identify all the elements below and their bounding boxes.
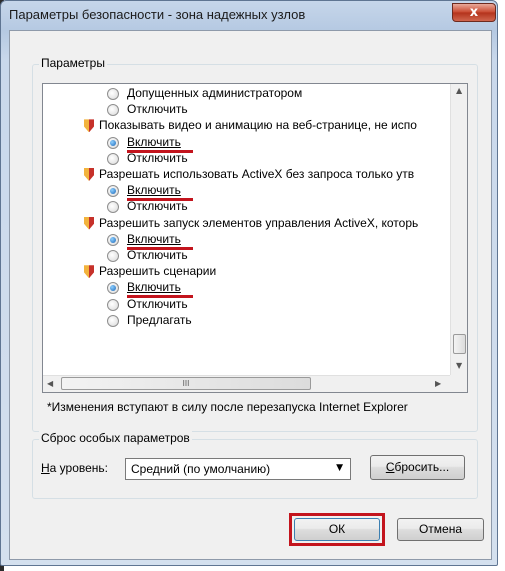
option-label[interactable]: Допущенных администратором — [127, 86, 302, 101]
scroll-down-icon[interactable]: ▼ — [456, 361, 462, 370]
scroll-corner — [450, 375, 467, 392]
option-radio[interactable] — [107, 314, 119, 327]
security-shield-icon — [84, 168, 94, 181]
option-radio[interactable] — [107, 298, 119, 311]
setting-heading: Показывать видео и анимацию на веб-стран… — [99, 118, 417, 133]
scroll-left-icon[interactable]: ◀ — [47, 379, 53, 388]
scroll-grip: III — [182, 379, 190, 388]
level-label-accel: Н — [41, 461, 50, 475]
option-label[interactable]: Отключить — [127, 151, 188, 166]
option-radio[interactable] — [107, 233, 119, 246]
setting-heading: Разрешать использовать ActiveX без запро… — [99, 167, 415, 181]
cancel-button-label: Отмена — [418, 522, 463, 536]
window-title: Параметры безопасности - зона надежных у… — [9, 7, 306, 22]
option-label[interactable]: Отключить — [127, 248, 188, 263]
option-label[interactable]: Отключить — [127, 102, 188, 117]
settings-tree-list[interactable]: ▲ ▼ ◀ III ▶ Допущенных администратором От… — [42, 83, 468, 393]
option-radio[interactable] — [107, 104, 119, 117]
option-radio[interactable] — [107, 88, 119, 100]
level-label: На уровень: — [41, 461, 108, 476]
option-label[interactable]: Включить — [127, 183, 181, 198]
level-select-value: Средний (по умолчанию) — [131, 462, 271, 476]
option-radio[interactable] — [107, 185, 119, 198]
option-radio[interactable] — [107, 282, 119, 295]
option-label[interactable]: Отключить — [127, 199, 188, 214]
cancel-button[interactable]: Отмена — [397, 518, 484, 541]
security-shield-icon — [84, 265, 94, 279]
vertical-scrollbar[interactable]: ▲ ▼ — [450, 84, 467, 376]
reset-button[interactable]: Сбросить... — [370, 455, 465, 480]
ok-button[interactable]: ОК — [294, 518, 380, 541]
setting-heading: Разрешить сценарии — [99, 264, 217, 279]
scroll-up-icon[interactable]: ▲ — [456, 86, 462, 95]
horizontal-scrollbar[interactable]: ◀ III ▶ — [43, 375, 451, 392]
level-select[interactable]: Средний (по умолчанию) ▼ — [125, 458, 351, 480]
option-label[interactable]: Включить — [127, 280, 181, 295]
level-label-rest: а уровень: — [49, 461, 109, 475]
option-radio[interactable] — [107, 201, 119, 214]
settings-group-label: Параметры — [39, 56, 107, 70]
option-label[interactable]: Включить — [127, 135, 181, 150]
close-icon: x — [469, 5, 479, 20]
option-label[interactable]: Включить — [127, 232, 181, 247]
option-radio[interactable] — [107, 152, 119, 165]
vertical-scroll-thumb[interactable] — [453, 334, 466, 354]
option-radio[interactable] — [107, 136, 119, 149]
horizontal-scroll-thumb[interactable]: III — [61, 377, 311, 390]
option-label[interactable]: Отключить — [127, 297, 188, 312]
setting-heading: Разрешить запуск элементов управления Ac… — [99, 215, 419, 230]
reset-button-rest: бросить... — [394, 460, 450, 474]
option-radio[interactable] — [107, 250, 119, 262]
close-button[interactable]: x — [452, 3, 496, 22]
scroll-right-icon[interactable]: ▶ — [435, 379, 441, 388]
restart-note: *Изменения вступают в силу после перезап… — [47, 400, 408, 414]
ok-button-label: ОК — [328, 522, 346, 536]
reset-group-label: Сброс особых параметров — [39, 431, 192, 445]
chevron-down-icon: ▼ — [336, 463, 343, 473]
security-shield-icon — [84, 119, 94, 133]
security-shield-icon — [84, 216, 94, 230]
option-label[interactable]: Предлагать — [127, 313, 192, 328]
